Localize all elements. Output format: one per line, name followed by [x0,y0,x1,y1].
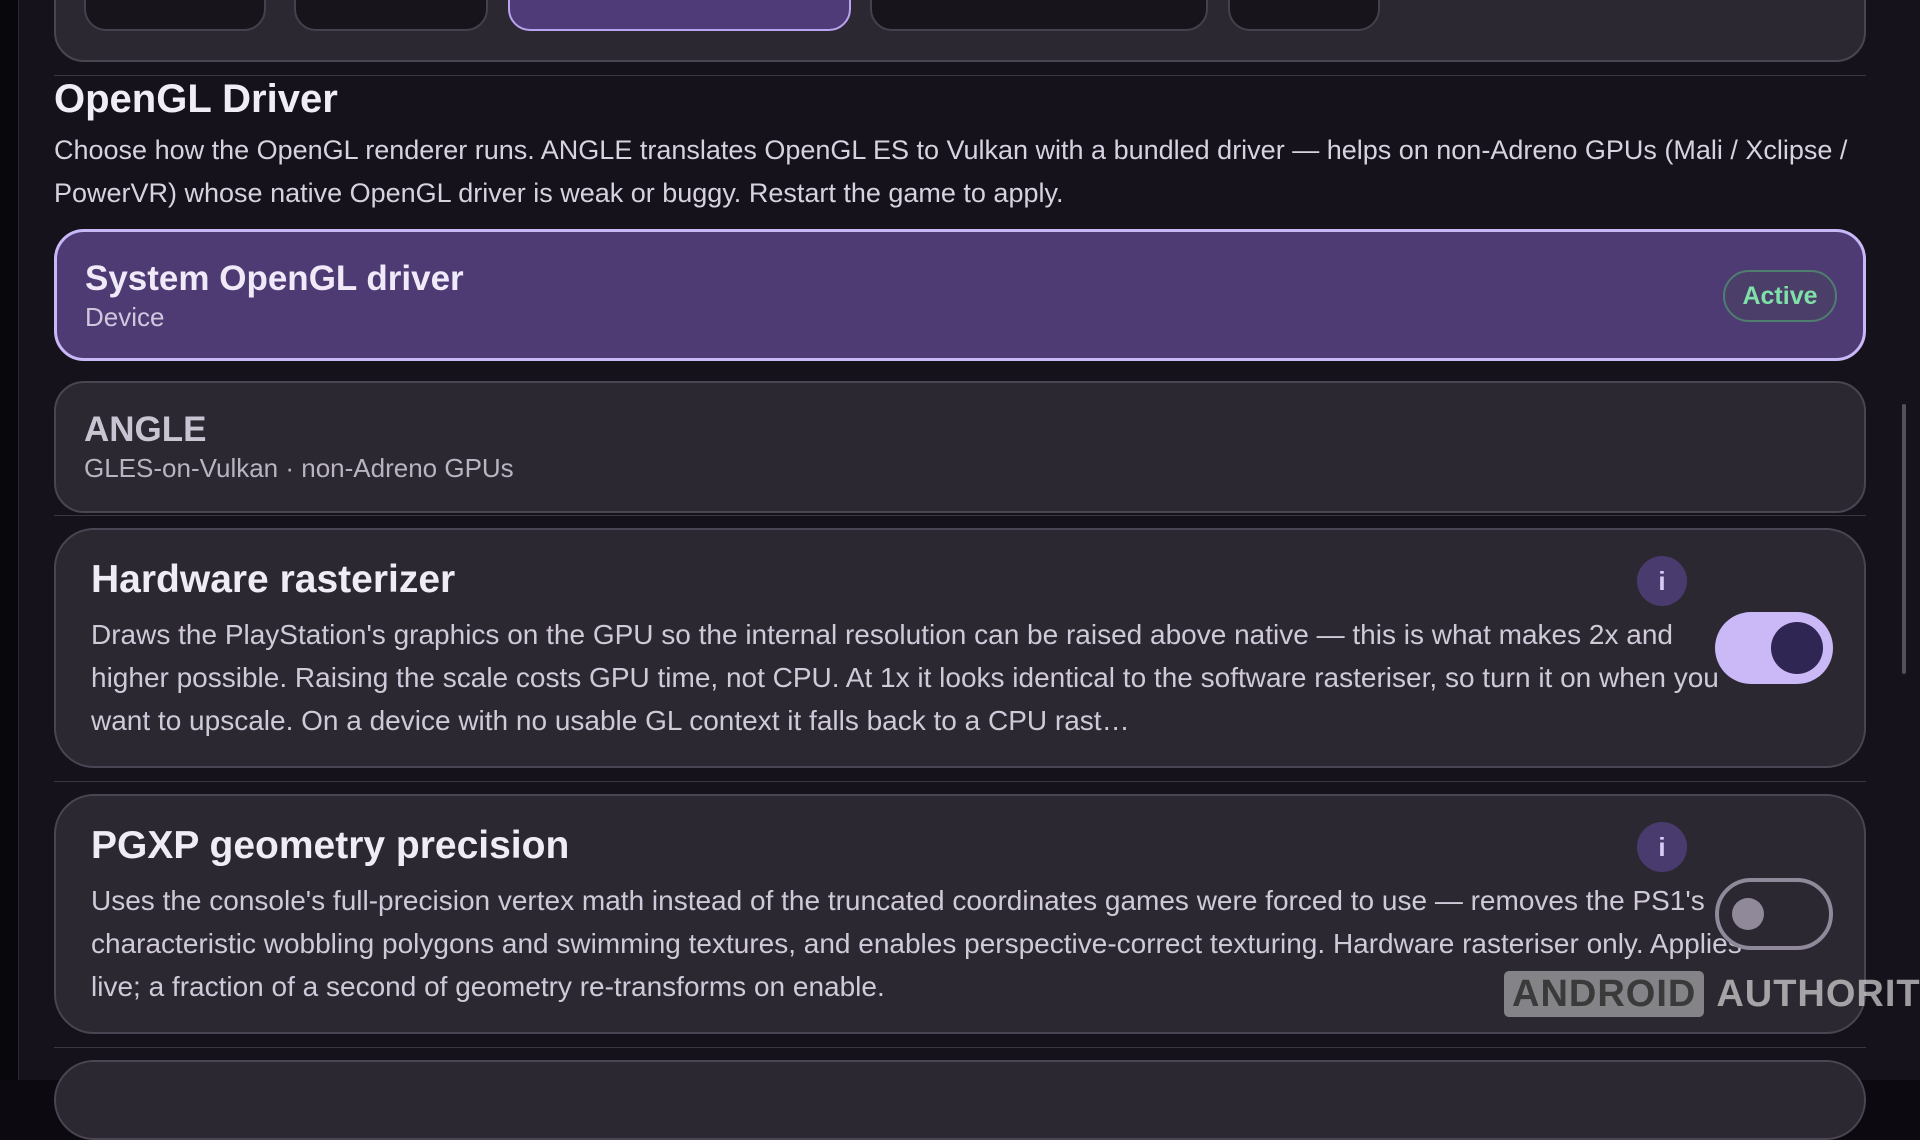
option-angle[interactable]: ANGLE GLES-on-Vulkan · non-Adreno GPUs [54,381,1866,513]
option-chip[interactable] [84,0,266,31]
setting-title: PGXP geometry precision [91,824,570,867]
option-chip[interactable] [870,0,1208,31]
nav-edge [0,0,19,1080]
option-chip-selected[interactable] [508,0,851,31]
section-divider [54,1047,1866,1048]
setting-card-next [54,1060,1866,1140]
option-chip[interactable] [294,0,488,31]
toggle-knob [1771,622,1823,674]
setting-title: Hardware rasterizer [91,558,456,601]
option-title: ANGLE [84,410,207,449]
option-chip-panel [54,0,1866,62]
section-divider [54,515,1866,516]
settings-content: OpenGL Driver Choose how the OpenGL rend… [54,0,1866,1140]
hardware-rasterizer-toggle[interactable] [1715,612,1833,684]
setting-description: Draws the PlayStation's graphics on the … [91,619,1719,736]
section-divider [54,781,1866,782]
option-title: System OpenGL driver [85,259,464,298]
opengl-driver-description: Choose how the OpenGL renderer runs. ANG… [54,135,1848,208]
option-subtitle: Device [85,302,165,332]
scrollbar[interactable] [1902,404,1906,674]
option-system-opengl-driver[interactable]: System OpenGL driver Device Active [54,229,1866,361]
settings-screen: OpenGL Driver Choose how the OpenGL rend… [0,0,1920,1140]
setting-description: Uses the console's full-precision vertex… [91,885,1742,1002]
toggle-knob [1732,898,1764,930]
watermark-brand: ANDROID [1504,971,1705,1017]
watermark: ANDROID AUTHORITY [1504,970,1920,1018]
option-chip[interactable] [1228,0,1380,31]
info-icon[interactable]: i [1637,822,1687,872]
setting-card-hardware-rasterizer: Hardware rasterizer i Draws the PlayStat… [54,528,1866,768]
active-badge: Active [1723,270,1837,322]
pgxp-toggle[interactable] [1715,878,1833,950]
section-divider [54,75,1866,76]
opengl-driver-title: OpenGL Driver [54,77,338,121]
option-subtitle: GLES-on-Vulkan · non-Adreno GPUs [84,453,514,483]
info-icon[interactable]: i [1637,556,1687,606]
watermark-suffix: AUTHORITY [1716,972,1920,1015]
